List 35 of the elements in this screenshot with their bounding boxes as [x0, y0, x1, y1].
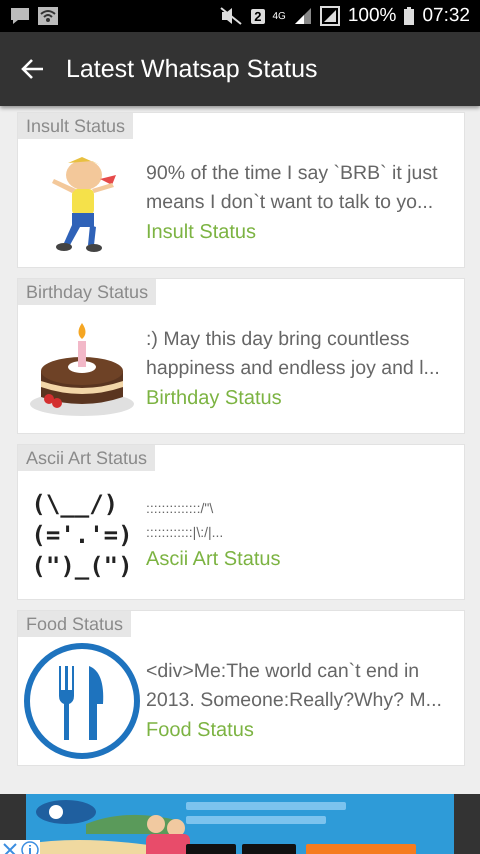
mute-icon: [219, 7, 244, 25]
battery-percent: 100%: [348, 5, 396, 27]
signal-icon: [294, 7, 312, 25]
status-text-line: ::::::::::::|\:/|...: [146, 523, 224, 542]
status-text-line: happiness and endless joy and l...: [146, 356, 440, 381]
category-tag: Insult Status: [18, 113, 134, 139]
sim-indicator: 2: [251, 8, 264, 24]
category-label: Birthday Status: [146, 386, 283, 411]
status-card[interactable]: Insult Status 90% of the time I say `BRB` it just means I don`t want to talk to yo... Insult Status: [17, 112, 465, 268]
status-text-line: means I don`t want to talk to yo...: [146, 190, 434, 215]
info-icon[interactable]: [20, 840, 40, 854]
category-label: Insult Status: [146, 220, 258, 245]
status-card[interactable]: Birthday Status :) May this day bring countless happiness and endless joy and l... Birthday Status: [17, 278, 465, 434]
wifi-icon: [38, 7, 58, 25]
battery-icon: [404, 7, 414, 25]
clock-time: 07:32: [422, 5, 470, 27]
status-text-line: 2013. Someone:Really?Why? M...: [146, 688, 442, 713]
category-tag: Ascii Art Status: [18, 445, 156, 471]
back-arrow-icon[interactable]: [20, 58, 44, 80]
status-text-line: <div>Me:The world can`t end in: [146, 659, 420, 684]
messenger-icon: [10, 7, 30, 25]
signal-icon: [320, 6, 340, 26]
category-label: Food Status: [146, 718, 255, 743]
screen-title: Latest Whatsap Status: [66, 54, 318, 84]
category-tag: Food Status: [18, 611, 132, 637]
network-type: 4G: [272, 10, 286, 22]
category-label: Ascii Art Status: [146, 547, 280, 572]
status-text-line: 90% of the time I say `BRB` it just: [146, 161, 438, 186]
status-text-line: ::::::::::::::/"\: [146, 499, 214, 518]
ascii-bunny-art: (\__/) (='.'=) (")_("): [31, 488, 133, 582]
category-tag: Birthday Status: [18, 279, 156, 305]
status-text-line: :) May this day bring countless: [146, 327, 410, 352]
status-card[interactable]: Food Status <div>Me:The world can`t end in 2013. Someone:Really?Why? M... Food Status: [17, 610, 465, 766]
fork-knife-icon: [23, 642, 141, 760]
status-card[interactable]: Ascii Art Status (\__/) (='.'=) (")_(") ::::::::::::::/"\ ::::::::::::|\:/|... Ascii Art Status: [17, 444, 465, 600]
